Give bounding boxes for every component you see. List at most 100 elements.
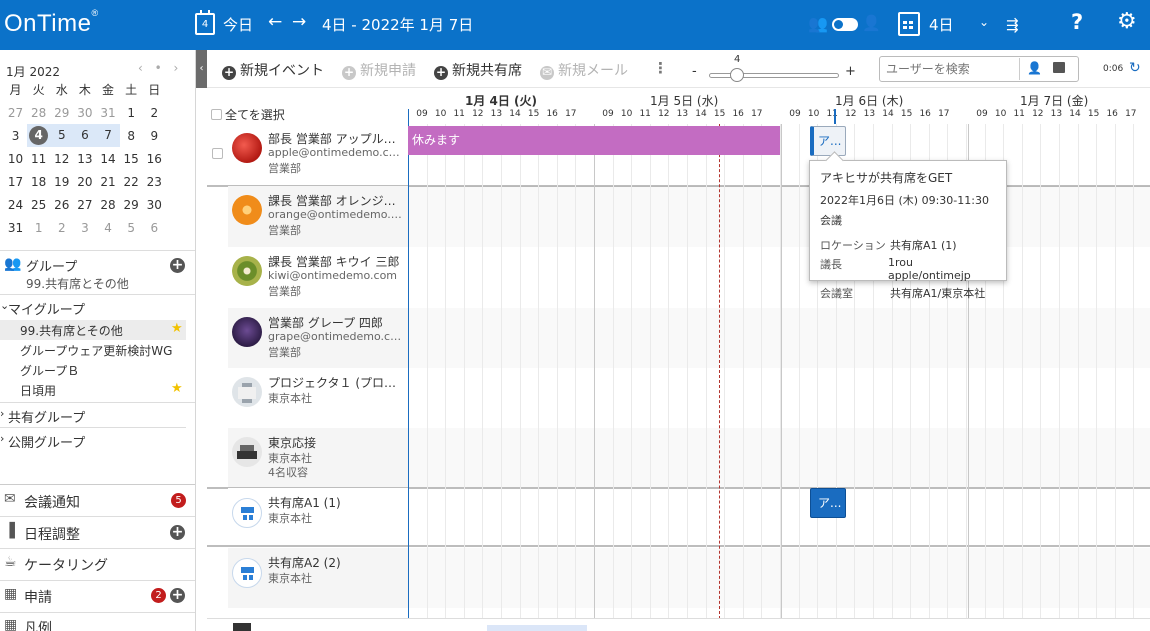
row-label[interactable]: 部長 営業部 アップル太郎 apple@ontimedemo.com 営業部 <box>228 124 408 186</box>
mini-calendar-day[interactable]: 23 <box>143 175 166 189</box>
select-all-checkbox[interactable]: 全てを選択 <box>211 106 285 123</box>
mini-calendar-day[interactable]: 24 <box>4 198 27 212</box>
view-mode-toggle[interactable] <box>832 18 858 31</box>
star-icon[interactable]: ★ <box>171 381 183 396</box>
row-label[interactable]: 課長 営業部 オレンジ花子 orange@ontimedemo.com 営業部 <box>228 186 408 247</box>
search-divider <box>1019 58 1020 80</box>
today-calendar-icon[interactable]: 4 <box>195 10 215 35</box>
mini-calendar-day[interactable]: 14 <box>97 152 120 166</box>
shared-seat-a1-event-chip[interactable]: ア... <box>810 488 846 518</box>
mini-calendar-nav[interactable]: ‹ • › <box>138 61 182 75</box>
mini-calendar-day[interactable]: 15 <box>120 152 143 166</box>
day-header[interactable]: 1月 4日 (火) <box>465 92 537 109</box>
mini-calendar-day[interactable]: 2 <box>50 221 73 235</box>
mini-calendar-day[interactable]: 25 <box>27 198 50 212</box>
mini-calendar-day[interactable]: 10 <box>4 152 27 166</box>
mini-calendar-day[interactable]: 6 <box>143 221 166 235</box>
mini-calendar-day[interactable]: 11 <box>27 152 50 166</box>
mini-calendar-day[interactable]: 7 <box>96 124 120 147</box>
sidebar-collapse-handle[interactable]: ‹ <box>196 50 207 88</box>
zoom-in-button[interactable]: + <box>845 64 856 79</box>
more-options-icon[interactable]: ⋮ <box>653 59 668 77</box>
mini-calendar-day[interactable]: 16 <box>143 152 166 166</box>
mini-calendar-day[interactable]: 29 <box>120 198 143 212</box>
calendar-view-icon[interactable] <box>898 12 920 36</box>
row-checkbox[interactable] <box>212 148 223 159</box>
mini-calendar-day[interactable]: 6 <box>73 124 97 147</box>
mini-calendar-day[interactable]: 27 <box>4 106 27 120</box>
mini-calendar-day[interactable]: 2 <box>143 106 166 120</box>
new-shared-seat-button[interactable]: + 新規共有席 <box>434 60 522 80</box>
mini-calendar-day[interactable]: 19 <box>50 175 73 189</box>
add-group-icon[interactable]: + <box>170 258 185 273</box>
display-options-icon[interactable]: ⇶ <box>1006 16 1019 34</box>
row-label[interactable]: プロジェクタ１ (プロジェクタ) 東京本社 <box>228 368 408 428</box>
row-label[interactable]: 東京応接 東京本社 4名収容 <box>228 428 408 488</box>
add-request-icon[interactable]: + <box>170 588 185 603</box>
calendar-icon[interactable] <box>1053 62 1065 73</box>
single-person-icon[interactable]: 👤 <box>862 14 881 32</box>
new-event-button[interactable]: + 新規イベント <box>222 60 324 80</box>
mini-calendar-day[interactable]: 1 <box>27 221 50 235</box>
mini-calendar-day[interactable]: 4 <box>97 221 120 235</box>
zoom-slider-track[interactable] <box>709 73 839 78</box>
mini-calendar-day[interactable]: 29 <box>50 106 73 120</box>
mini-calendar-day[interactable]: 9 <box>143 129 166 143</box>
row-label[interactable]: 課長 営業部 キウイ 三郎 kiwi@ontimedemo.com 営業部 <box>228 247 408 308</box>
mini-calendar-day[interactable]: 30 <box>73 106 96 120</box>
app-logo[interactable]: OnTime® <box>4 8 99 38</box>
mini-calendar-day[interactable]: 31 <box>4 221 27 235</box>
row-label[interactable]: 営業部 グレープ 四郎 grape@ontimedemo.com 営業部 <box>228 308 408 368</box>
mini-calendar-day[interactable]: 17 <box>4 175 27 189</box>
mini-calendar-day[interactable]: 21 <box>97 175 120 189</box>
mini-calendar-day[interactable]: 13 <box>73 152 96 166</box>
group-section[interactable]: 👥 グループ + 99.共有席とその他 <box>0 256 195 296</box>
mini-calendar-day[interactable]: 27 <box>73 198 96 212</box>
day-header[interactable]: 1月 5日 (水) <box>650 92 718 109</box>
new-mail-button[interactable]: ✉ 新規メール <box>540 60 628 80</box>
mini-calendar-day[interactable]: 12 <box>50 152 73 166</box>
plus-icon: + <box>434 65 448 80</box>
leave-event[interactable]: 休みます <box>408 126 780 155</box>
mini-calendar-day[interactable]: 1 <box>120 106 143 120</box>
view-selector-label[interactable]: 4日 <box>929 14 954 35</box>
mini-calendar-day[interactable]: 26 <box>50 198 73 212</box>
my-group-item[interactable]: 99.共有席とその他 ★ <box>0 320 186 340</box>
chevron-down-icon[interactable]: ⌄ <box>979 15 989 29</box>
prev-arrow-icon[interactable]: ← <box>268 12 282 32</box>
mini-calendar-day[interactable]: 18 <box>27 175 50 189</box>
zoom-slider-thumb[interactable] <box>730 68 744 82</box>
row-label[interactable]: 共有席A2 (2) 東京本社 <box>228 548 408 608</box>
my-group-item[interactable]: 日頃用 ★ <box>0 380 195 400</box>
today-button[interactable]: 今日 <box>223 14 253 35</box>
person-icon[interactable]: 👤 <box>1027 61 1042 75</box>
day-header[interactable]: 1月 7日 (金) <box>1020 92 1088 109</box>
my-group-item[interactable]: グループＢ <box>0 360 195 380</box>
mini-calendar-day[interactable]: 31 <box>97 106 120 120</box>
day-header[interactable]: 1月 6日 (木) <box>835 92 903 109</box>
refresh-icon[interactable]: ↻ <box>1129 60 1141 76</box>
mini-calendar-day[interactable]: 30 <box>143 198 166 212</box>
star-icon[interactable]: ★ <box>171 321 183 336</box>
gear-icon[interactable]: ⚙ <box>1117 9 1137 34</box>
add-schedule-icon[interactable]: + <box>170 525 185 540</box>
mini-calendar-day[interactable]: 4 <box>27 124 51 147</box>
group-people-icon[interactable]: 👥 <box>808 14 828 33</box>
mini-calendar-day[interactable]: 22 <box>120 175 143 189</box>
mini-calendar-day[interactable]: 28 <box>97 198 120 212</box>
help-icon[interactable]: ? <box>1071 10 1083 34</box>
new-request-button[interactable]: + 新規申請 <box>342 60 416 80</box>
my-group-item[interactable]: グループウェア更新検討WG <box>0 340 195 360</box>
user-search-input[interactable] <box>879 56 1079 82</box>
mini-calendar-day[interactable]: 28 <box>27 106 50 120</box>
mini-calendar-day[interactable]: 3 <box>73 221 96 235</box>
mini-calendar-day[interactable]: 8 <box>120 129 143 143</box>
mini-calendar-day[interactable]: 5 <box>50 124 74 147</box>
next-arrow-icon[interactable]: → <box>292 12 306 32</box>
zoom-out-button[interactable]: - <box>692 64 697 79</box>
mini-calendar-day[interactable]: 5 <box>120 221 143 235</box>
shared-seat-event-chip[interactable]: ア... <box>810 126 846 156</box>
row-label[interactable]: 共有席A1 (1) 東京本社 <box>228 488 408 546</box>
mini-calendar-day[interactable]: 20 <box>73 175 96 189</box>
mini-calendar-day[interactable]: 3 <box>4 129 27 143</box>
